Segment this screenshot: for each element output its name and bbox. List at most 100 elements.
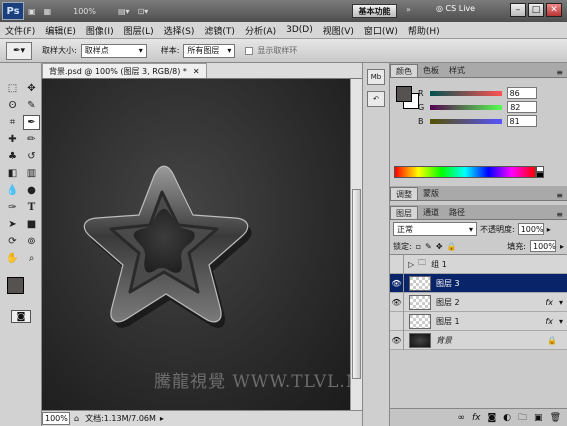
- document-canvas[interactable]: 騰龍視覺 WWW.TLVL.NET: [42, 79, 350, 410]
- eraser-tool-icon[interactable]: ◧: [4, 166, 21, 181]
- status-arrow-icon[interactable]: ▸: [160, 414, 164, 423]
- zoom-tool-icon[interactable]: ⌕: [23, 251, 40, 266]
- tab-layers[interactable]: 图层: [390, 206, 418, 219]
- shape-tool-icon[interactable]: ■: [23, 217, 40, 232]
- fx-badge[interactable]: fx: [545, 317, 553, 326]
- visibility-toggle[interactable]: [390, 311, 404, 331]
- status-options-icon[interactable]: ⌂: [74, 414, 79, 423]
- lasso-tool-icon[interactable]: ʘ: [4, 98, 21, 113]
- eye-icon[interactable]: 👁: [390, 273, 404, 293]
- adjustment-layer-icon[interactable]: ◐: [503, 413, 511, 423]
- cs-live-button[interactable]: ◎ CS Live: [436, 4, 475, 13]
- visibility-toggle[interactable]: [390, 254, 404, 274]
- history-panel-icon[interactable]: ↶: [367, 91, 385, 107]
- 3d-orbit-tool-icon[interactable]: ⊚: [23, 234, 40, 249]
- tab-swatches[interactable]: 色板: [418, 64, 444, 77]
- color-foreground-swatch[interactable]: [396, 86, 412, 102]
- clone-stamp-tool-icon[interactable]: ♣: [4, 149, 21, 164]
- blue-slider[interactable]: [429, 118, 502, 124]
- menu-help[interactable]: 帮助(H): [403, 24, 445, 37]
- tab-color[interactable]: 颜色: [390, 64, 418, 77]
- history-brush-tool-icon[interactable]: ↺: [23, 149, 40, 164]
- menu-image[interactable]: 图像(I): [81, 24, 119, 37]
- layer-row-layer2[interactable]: 👁 图层 2 fx ▾: [390, 292, 567, 312]
- move-tool-icon[interactable]: ✥: [23, 81, 40, 96]
- tab-paths[interactable]: 路径: [444, 206, 470, 219]
- layer-row-layer1[interactable]: 图层 1 fx ▾: [390, 311, 567, 331]
- pen-tool-icon[interactable]: ✑: [4, 200, 21, 215]
- path-select-tool-icon[interactable]: ➤: [4, 217, 21, 232]
- new-layer-icon[interactable]: ▣: [534, 413, 543, 423]
- screen-mode-icon[interactable]: ⊡▾: [134, 7, 153, 16]
- close-tab-icon[interactable]: ✕: [193, 67, 200, 76]
- lock-pixels-icon[interactable]: ✎: [425, 242, 432, 251]
- gradient-tool-icon[interactable]: ▥: [23, 166, 40, 181]
- sample-select[interactable]: 所有图层 ▾: [183, 43, 236, 58]
- type-tool-icon[interactable]: T: [23, 200, 40, 215]
- quick-mask-icon[interactable]: ◙: [11, 310, 31, 323]
- opacity-input[interactable]: 100%: [517, 223, 544, 235]
- layer-row-background[interactable]: 👁 背景 🔒: [390, 330, 567, 350]
- workspace-button[interactable]: 基本功能: [352, 4, 397, 18]
- panel-menu-icon[interactable]: ≡: [556, 191, 563, 200]
- ramp-black[interactable]: [536, 172, 544, 178]
- lock-all-icon[interactable]: 🔒: [447, 242, 457, 251]
- layer-row-layer3[interactable]: 👁 图层 3: [390, 273, 567, 293]
- chevron-right-icon[interactable]: ▸: [560, 242, 564, 251]
- menu-layer[interactable]: 图层(L): [119, 24, 159, 37]
- green-slider[interactable]: [430, 104, 503, 110]
- green-value-input[interactable]: 82: [507, 101, 538, 113]
- chevron-right-icon[interactable]: ▸: [547, 225, 551, 234]
- color-ramp[interactable]: [394, 166, 536, 178]
- arrange-documents-icon[interactable]: ▤▾: [114, 7, 134, 16]
- panel-menu-icon[interactable]: ≡: [556, 68, 563, 77]
- menu-edit[interactable]: 编辑(E): [40, 24, 81, 37]
- tab-channels[interactable]: 通道: [418, 206, 444, 219]
- new-group-icon[interactable]: 🗀: [518, 410, 527, 426]
- workspace-menu-icon[interactable]: »: [402, 5, 415, 14]
- zoom-field[interactable]: 100%: [42, 412, 70, 425]
- vertical-scrollbar[interactable]: [350, 79, 362, 410]
- fx-badge[interactable]: fx: [545, 298, 553, 307]
- bridge-icon[interactable]: ▣: [24, 7, 40, 16]
- lock-transparency-icon[interactable]: ▫: [416, 242, 421, 251]
- tab-masks[interactable]: 蒙版: [418, 187, 444, 200]
- 3d-rotate-tool-icon[interactable]: ⟳: [4, 234, 21, 249]
- scrollbar-thumb[interactable]: [352, 189, 361, 379]
- menu-3d[interactable]: 3D(D): [281, 25, 318, 35]
- delete-layer-icon[interactable]: 🗑: [550, 413, 561, 423]
- tool-preset-picker[interactable]: ✒▾: [6, 41, 32, 60]
- menu-analysis[interactable]: 分析(A): [240, 24, 281, 37]
- layer-style-icon[interactable]: fx: [472, 413, 481, 423]
- healing-tool-icon[interactable]: ✚: [4, 132, 21, 147]
- menu-filter[interactable]: 滤镜(T): [199, 24, 240, 37]
- menu-select[interactable]: 选择(S): [159, 24, 200, 37]
- crop-tool-icon[interactable]: ⌗: [4, 115, 21, 130]
- tab-adjustments[interactable]: 调整: [390, 187, 418, 200]
- fill-input[interactable]: 100%: [529, 240, 556, 252]
- layer-row-group1[interactable]: ▷ 🗀 组 1: [390, 254, 567, 274]
- sample-size-select[interactable]: 取样点 ▾: [80, 43, 147, 58]
- zoom-level-display[interactable]: 100%: [69, 7, 100, 16]
- blue-value-input[interactable]: 81: [506, 115, 537, 127]
- minibridge-icon[interactable]: ▦: [40, 7, 56, 16]
- blend-mode-select[interactable]: 正常 ▾: [393, 222, 477, 236]
- tab-styles[interactable]: 样式: [444, 64, 470, 77]
- quick-select-tool-icon[interactable]: ✎: [23, 98, 40, 113]
- document-tab[interactable]: 背景.psd @ 100% (图层 3, RGB/8) * ✕: [42, 63, 207, 78]
- chevron-down-icon[interactable]: ▾: [559, 298, 563, 307]
- foreground-color-swatch[interactable]: [7, 277, 24, 294]
- show-ring-checkbox[interactable]: [245, 46, 254, 55]
- expand-triangle-icon[interactable]: ▷: [408, 260, 414, 269]
- link-layers-icon[interactable]: ∞: [457, 413, 465, 423]
- mini-bridge-panel-icon[interactable]: Mb: [367, 69, 385, 85]
- marquee-tool-icon[interactable]: ⬚: [4, 81, 21, 96]
- lock-position-icon[interactable]: ✥: [436, 242, 443, 251]
- chevron-down-icon[interactable]: ▾: [559, 317, 563, 326]
- eyedropper-tool-icon[interactable]: ✒: [23, 115, 40, 130]
- hand-tool-icon[interactable]: ✋: [4, 251, 21, 266]
- add-mask-icon[interactable]: ◙: [487, 413, 496, 423]
- menu-view[interactable]: 视图(V): [318, 24, 359, 37]
- close-button[interactable]: ✕: [546, 3, 562, 17]
- maximize-button[interactable]: □: [528, 3, 544, 17]
